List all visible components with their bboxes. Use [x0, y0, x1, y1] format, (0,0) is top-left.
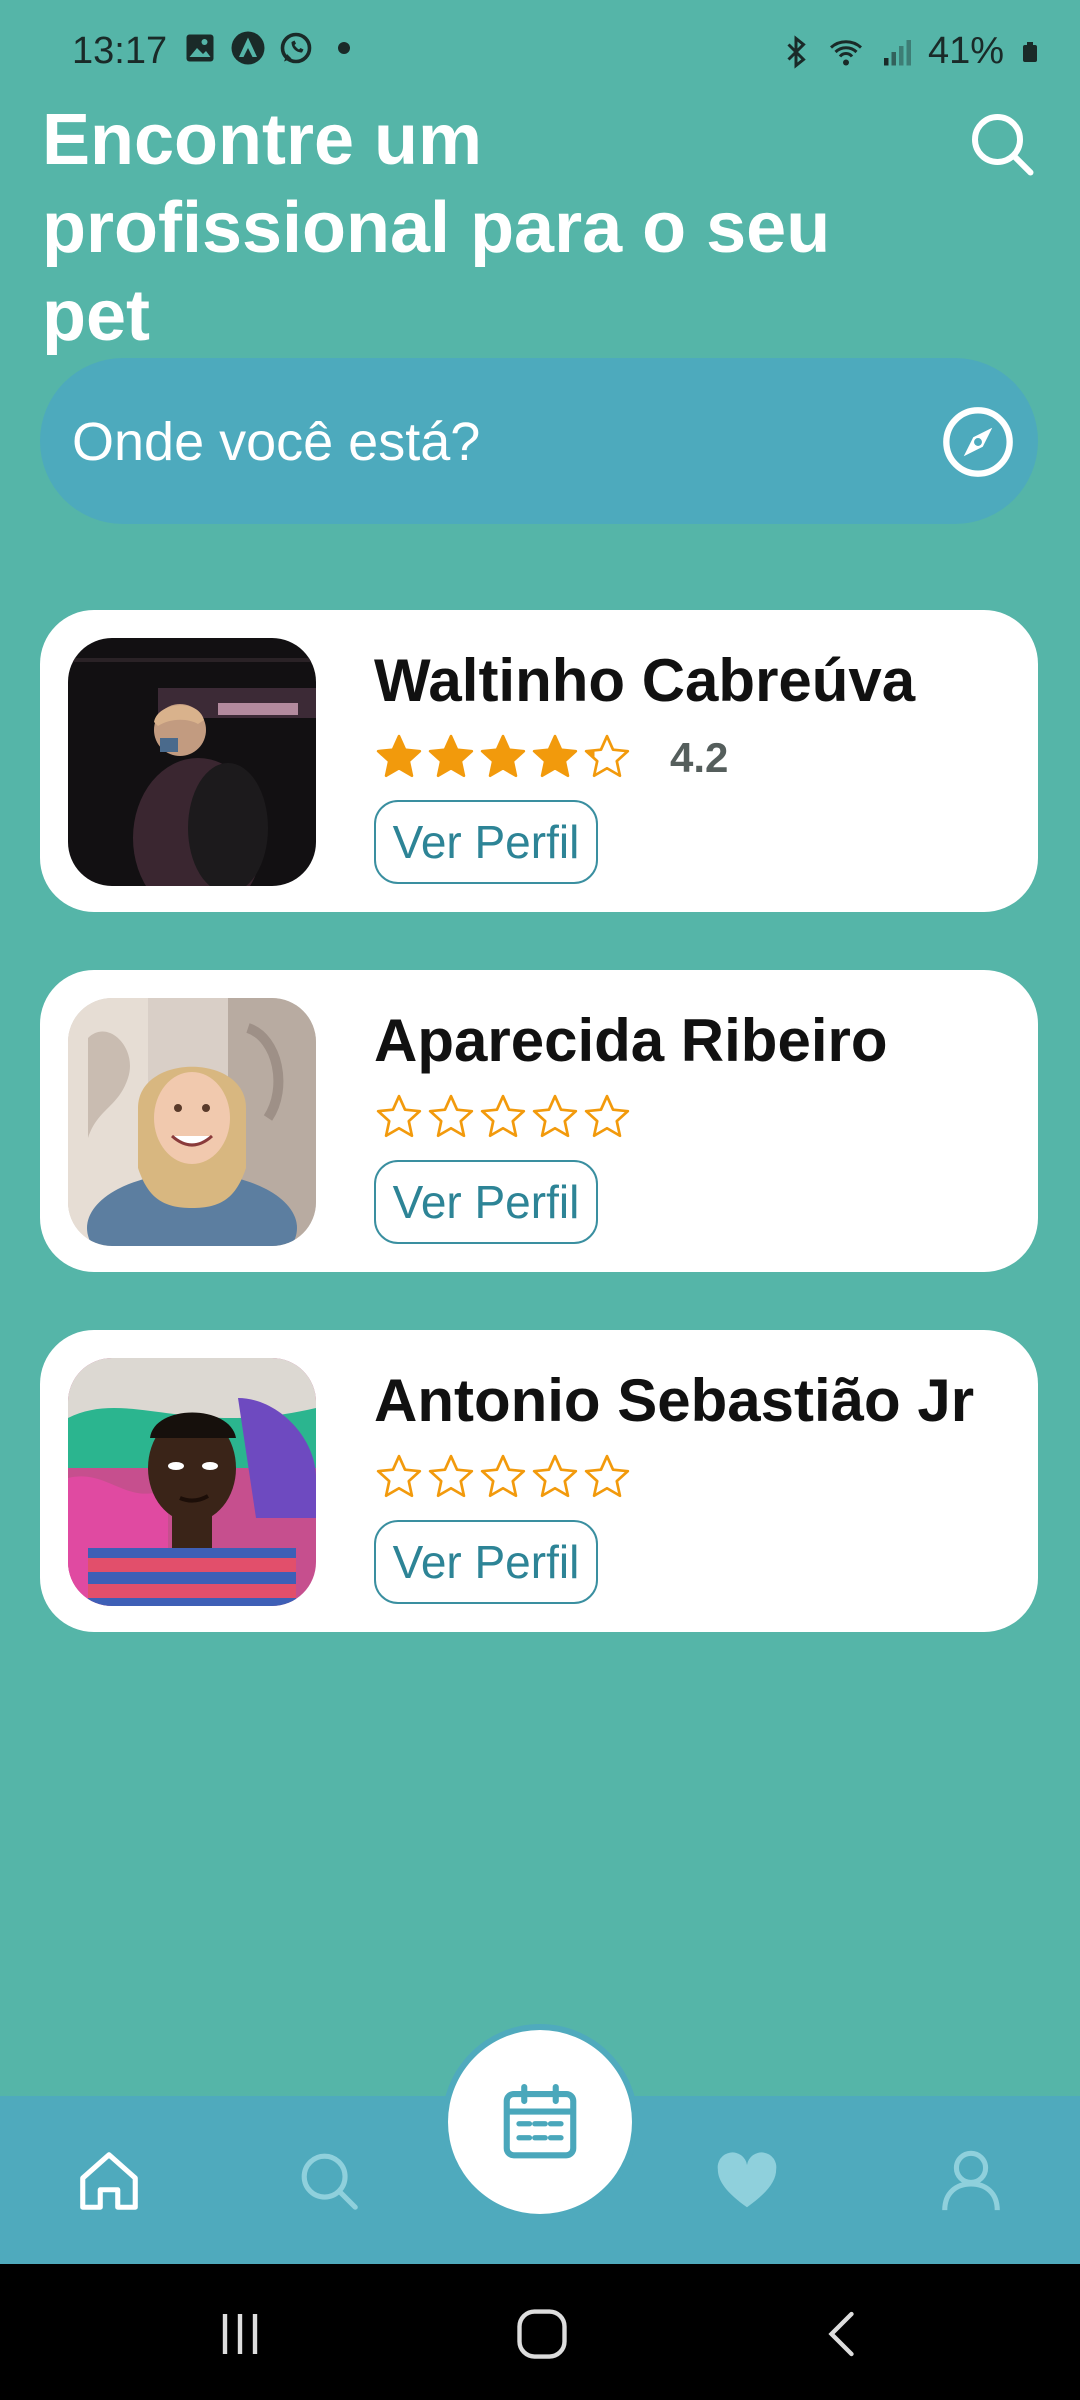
rating-value: 4.2	[670, 734, 729, 781]
heart-icon[interactable]	[712, 2146, 782, 2216]
star-icon	[428, 1454, 474, 1498]
star-icon	[428, 1094, 474, 1138]
location-search-bar	[40, 358, 1038, 526]
status-icons-left	[182, 30, 362, 66]
professional-card: Antonio Sebastião Jr Ver Perfil	[40, 1330, 1038, 1632]
search-icon[interactable]	[294, 2146, 364, 2216]
view-profile-button[interactable]: Ver Perfil	[374, 800, 598, 884]
battery-percent: 41%	[927, 30, 1004, 72]
view-profile-button[interactable]: Ver Perfil	[374, 1520, 598, 1604]
location-input[interactable]	[70, 358, 934, 526]
home-button-icon[interactable]	[512, 2304, 572, 2364]
battery-icon	[1023, 41, 1037, 62]
star-icon	[584, 1454, 630, 1498]
profile-icon[interactable]	[936, 2146, 1006, 2216]
professional-name[interactable]: Antonio Sebastião Jr	[374, 1366, 974, 1435]
status-time: 13:17	[72, 30, 168, 72]
profile-photo	[68, 1358, 316, 1606]
calendar-icon	[503, 2083, 577, 2159]
bluetooth-icon	[787, 34, 806, 69]
status-icons-right: 41%	[778, 30, 1042, 73]
star-icon	[376, 734, 422, 778]
wifi-icon	[829, 39, 862, 65]
rating-stars	[374, 1452, 632, 1502]
profile-photo-image	[68, 638, 316, 886]
star-icon	[532, 1454, 578, 1498]
star-icon	[480, 734, 526, 778]
star-icon	[532, 734, 578, 778]
rating-stars	[374, 1092, 632, 1142]
image-icon	[186, 34, 214, 62]
profile-photo-image	[68, 998, 316, 1246]
star-icon	[532, 1094, 578, 1138]
status-bar: 13:17 41%	[0, 0, 1080, 100]
profile-photo	[68, 638, 316, 886]
search-icon[interactable]	[966, 108, 1038, 180]
signal-icon	[883, 39, 911, 65]
star-icon	[480, 1454, 526, 1498]
star-icon	[376, 1094, 422, 1138]
compass-icon[interactable]	[940, 404, 1016, 480]
dot-icon	[338, 42, 350, 54]
home-icon[interactable]	[74, 2146, 144, 2216]
recent-apps-icon[interactable]	[210, 2304, 270, 2364]
star-icon	[584, 734, 630, 778]
page-title: Encontre um profissional para o seu pet	[42, 100, 831, 356]
back-icon[interactable]	[814, 2304, 874, 2364]
star-icon	[584, 1094, 630, 1138]
view-profile-button[interactable]: Ver Perfil	[374, 1160, 598, 1244]
whatsapp-icon	[280, 32, 312, 64]
profile-photo-image	[68, 1358, 316, 1606]
star-icon	[428, 734, 474, 778]
star-icon	[480, 1094, 526, 1138]
rating-stars	[374, 732, 632, 782]
professional-name[interactable]: Aparecida Ribeiro	[374, 1006, 888, 1075]
profile-photo	[68, 998, 316, 1246]
calendar-nav-button[interactable]	[448, 2030, 632, 2214]
professional-card: Aparecida Ribeiro Ver Perfil	[40, 970, 1038, 1272]
professional-name[interactable]: Waltinho Cabreúva	[374, 646, 915, 715]
system-navigation-bar	[0, 2264, 1080, 2400]
professional-card: Waltinho Cabreúva 4.2 Ver Perfil	[40, 610, 1038, 912]
nav-app-icon	[231, 31, 265, 65]
star-icon	[376, 1454, 422, 1498]
